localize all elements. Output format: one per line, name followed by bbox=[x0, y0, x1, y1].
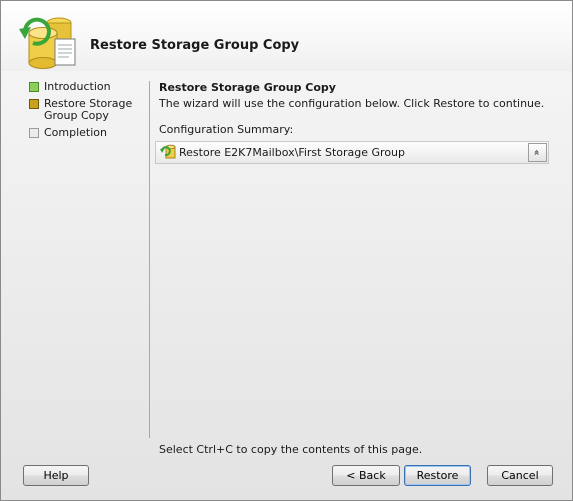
step-completion: Completion bbox=[25, 127, 147, 139]
copy-hint: Select Ctrl+C to copy the contents of th… bbox=[159, 443, 423, 456]
summary-item-label: Restore E2K7Mailbox\First Storage Group bbox=[179, 146, 405, 159]
step-label: Completion bbox=[44, 126, 108, 139]
collapse-button[interactable]: » bbox=[528, 143, 547, 162]
restore-task-icon bbox=[160, 144, 176, 159]
step-label: Introduction bbox=[44, 80, 111, 93]
summary-label: Configuration Summary: bbox=[159, 123, 294, 136]
step-status-icon bbox=[29, 128, 39, 138]
chevron-up-icon: » bbox=[532, 149, 543, 156]
wizard-steps-nav: Introduction Restore Storage Group Copy … bbox=[25, 81, 147, 144]
cancel-button[interactable]: Cancel bbox=[487, 465, 553, 486]
step-introduction: Introduction bbox=[25, 81, 147, 93]
content-pane: Restore Storage Group Copy The wizard wi… bbox=[159, 81, 559, 136]
wizard-window: Restore Storage Group Copy Introduction … bbox=[0, 0, 573, 501]
back-button[interactable]: < Back bbox=[332, 465, 400, 486]
database-restore-icon bbox=[19, 17, 76, 69]
nav-divider bbox=[149, 81, 150, 438]
step-label: Restore Storage Group Copy bbox=[44, 97, 133, 122]
content-description: The wizard will use the configuration be… bbox=[159, 97, 545, 110]
step-status-icon bbox=[29, 82, 39, 92]
content-title: Restore Storage Group Copy bbox=[159, 81, 336, 94]
help-button[interactable]: Help bbox=[23, 465, 89, 486]
step-status-icon bbox=[29, 99, 39, 109]
wizard-title: Restore Storage Group Copy bbox=[90, 38, 300, 53]
restore-button[interactable]: Restore bbox=[404, 465, 471, 486]
step-restore-storage-group-copy: Restore Storage Group Copy bbox=[25, 98, 147, 122]
wizard-header: Restore Storage Group Copy bbox=[1, 1, 572, 71]
summary-item[interactable]: Restore E2K7Mailbox\First Storage Group … bbox=[155, 141, 549, 164]
